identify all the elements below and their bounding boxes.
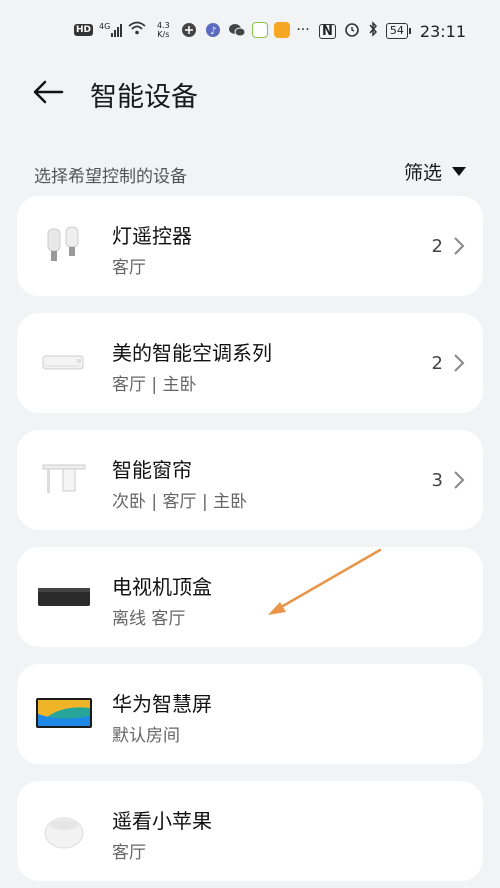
bulb-icon xyxy=(31,216,97,276)
net-type: 4G xyxy=(99,22,111,31)
device-count: 2 xyxy=(431,353,443,374)
device-count: 3 xyxy=(431,470,443,491)
page-header: 智能设备 xyxy=(0,60,500,124)
device-name: 美的智能空调系列 xyxy=(112,341,272,365)
app-notification-icon xyxy=(180,21,198,39)
hd-badge: HD xyxy=(74,24,94,36)
chevron-right-icon xyxy=(454,237,465,255)
back-arrow-icon xyxy=(33,80,64,104)
list-subheader: 选择希望控制的设备 筛选 xyxy=(0,156,500,190)
alarm-icon xyxy=(344,21,360,41)
device-card-light-remote[interactable]: 灯遥控器 客厅 2 xyxy=(17,196,483,296)
camera-icon xyxy=(31,801,97,861)
chevron-right-icon xyxy=(454,471,465,489)
device-name: 遥看小苹果 xyxy=(112,809,212,833)
device-name: 华为智慧屏 xyxy=(112,692,212,716)
curtain-icon xyxy=(31,450,97,510)
device-list: 灯遥控器 客厅 2 美的智能空调系列 客厅 | 主卧 2 智能窗帘 次卧 | 客… xyxy=(17,196,483,888)
device-name: 智能窗帘 xyxy=(112,458,192,482)
back-button[interactable] xyxy=(30,74,66,110)
nfc-icon: N xyxy=(319,23,336,39)
status-time: 23:11 xyxy=(419,21,466,41)
air-conditioner-icon xyxy=(31,333,97,393)
device-room: 客厅 xyxy=(112,843,146,863)
device-name: 电视机顶盒 xyxy=(112,575,212,599)
device-name: 灯遥控器 xyxy=(112,224,192,248)
chevron-right-icon xyxy=(454,354,465,372)
more-notifications: ··· xyxy=(296,22,310,38)
mijia-icon xyxy=(252,22,269,38)
net-speed-unit: K/s xyxy=(157,30,170,39)
select-device-hint: 选择希望控制的设备 xyxy=(34,167,187,187)
net-speed-value: 4.3 xyxy=(156,21,170,30)
device-room: 离线 客厅 xyxy=(112,609,186,629)
bluetooth-icon xyxy=(368,21,378,41)
smart-screen-icon xyxy=(31,684,97,744)
device-count: 2 xyxy=(431,236,443,257)
device-card-huawei-smart-screen[interactable]: 华为智慧屏 默认房间 xyxy=(17,664,483,764)
status-left: HD 4G 4.3 K/s ♪ ··· xyxy=(74,21,310,39)
status-bar: HD 4G 4.3 K/s ♪ ··· N 54 23:11 xyxy=(0,0,500,60)
net-speed: 4.3 K/s xyxy=(152,21,174,39)
set-top-box-icon xyxy=(31,567,97,627)
status-right: N 54 23:11 xyxy=(319,21,466,41)
page-title: 智能设备 xyxy=(90,82,198,113)
device-room: 默认房间 xyxy=(112,726,180,746)
device-room: 客厅 xyxy=(112,258,146,278)
filter-button[interactable]: 筛选 xyxy=(404,158,466,185)
device-room: 次卧 | 客厅 | 主卧 xyxy=(112,492,248,512)
device-card-smart-curtain[interactable]: 智能窗帘 次卧 | 客厅 | 主卧 3 xyxy=(17,430,483,530)
wifi-icon xyxy=(128,21,146,39)
wechat-icon xyxy=(228,21,246,39)
filter-label: 筛选 xyxy=(403,162,442,184)
signal-icon: 4G xyxy=(99,22,123,37)
device-room: 客厅 | 主卧 xyxy=(112,375,197,395)
device-card-set-top-box[interactable]: 电视机顶盒 离线 客厅 xyxy=(17,547,483,647)
device-card-camera[interactable]: 遥看小苹果 客厅 xyxy=(17,781,483,881)
device-card-midea-ac[interactable]: 美的智能空调系列 客厅 | 主卧 2 xyxy=(17,313,483,413)
app-badge-icon xyxy=(274,22,291,38)
battery-indicator: 54 xyxy=(385,23,411,39)
svg-text:♪: ♪ xyxy=(210,26,216,37)
music-notification-icon: ♪ xyxy=(204,21,222,39)
dropdown-triangle-icon xyxy=(452,167,466,176)
